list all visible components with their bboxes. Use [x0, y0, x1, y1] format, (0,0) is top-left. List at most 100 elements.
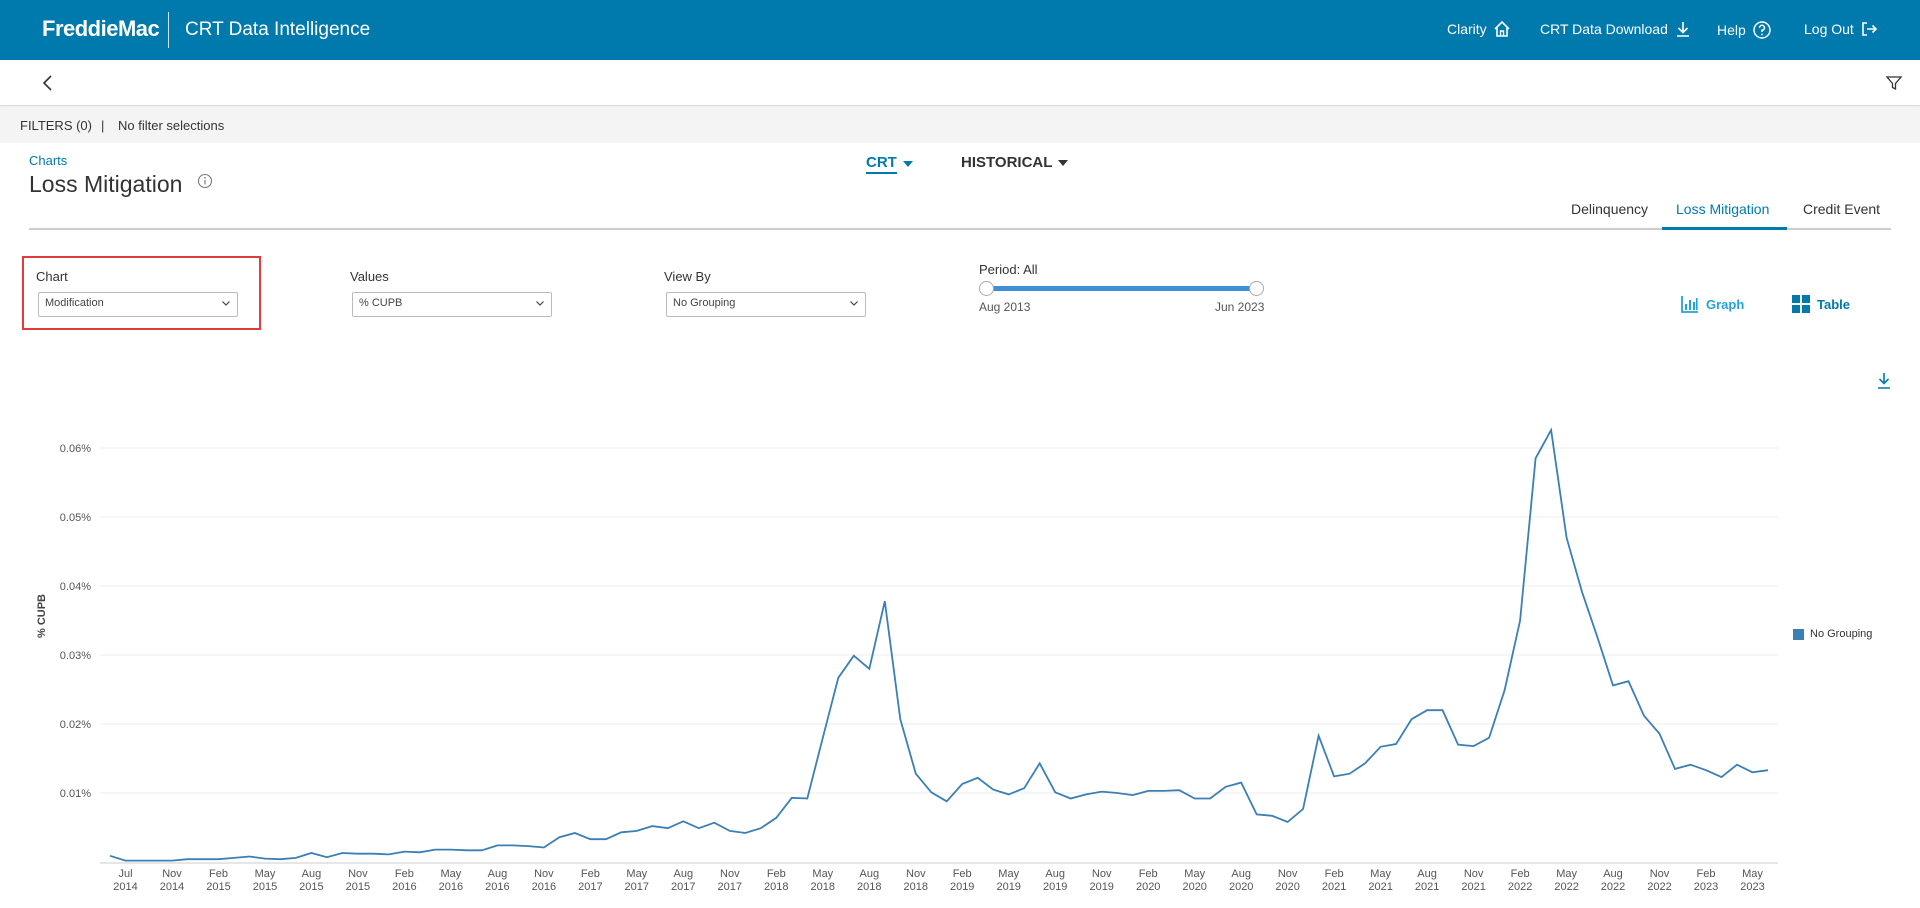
x-tick-year-label: 2019 [996, 881, 1020, 893]
values-select[interactable]: % CUPB [352, 292, 552, 317]
x-tick-month-label: May [812, 868, 833, 880]
x-tick-month-label: Feb [1511, 868, 1530, 880]
x-tick-year-label: 2019 [1089, 881, 1113, 893]
tab-loss-mitigation[interactable]: Loss Mitigation [1676, 201, 1769, 217]
x-tick-month-label: May [1184, 868, 1205, 880]
filter-icon[interactable] [1885, 74, 1903, 92]
values-select-label: Values [350, 269, 389, 284]
crt-dropdown[interactable]: CRT [866, 154, 913, 174]
viewby-select-value: No Grouping [673, 297, 736, 309]
x-tick-year-label: 2014 [113, 881, 137, 893]
x-tick-month-label: Feb [1325, 868, 1344, 880]
chevron-down-icon [536, 301, 544, 306]
x-tick-month-label: Jul [118, 868, 132, 880]
period-slider-end-handle[interactable] [1249, 281, 1264, 296]
top-header: FreddieMac CRT Data Intelligence Clarity… [0, 0, 1920, 60]
x-tick-month-label: May [441, 868, 462, 880]
nav-crt-data-download-link[interactable]: CRT Data Download [1540, 20, 1692, 38]
historical-dropdown-label: HISTORICAL [961, 154, 1053, 171]
nav-help-link[interactable]: Help [1717, 20, 1772, 40]
historical-dropdown[interactable]: HISTORICAL [961, 154, 1069, 171]
x-tick-year-label: 2017 [625, 881, 649, 893]
filter-bar: FILTERS (0) | No filter selections [0, 107, 1920, 143]
x-tick-month-label: Nov [1650, 868, 1670, 880]
y-tick-label: 0.02% [60, 719, 91, 731]
page-title-text: Loss Mitigation [29, 171, 183, 197]
chart-select[interactable]: Modification [38, 292, 238, 317]
x-tick-month-label: Feb [767, 868, 786, 880]
nav-download-label: CRT Data Download [1540, 21, 1668, 37]
x-tick-month-label: Feb [209, 868, 228, 880]
nav-clarity-link[interactable]: Clarity [1447, 20, 1511, 38]
x-tick-year-label: 2019 [950, 881, 974, 893]
x-tick-month-label: Aug [674, 868, 694, 880]
bar-chart-icon [1681, 296, 1698, 313]
x-tick-year-label: 2016 [439, 881, 463, 893]
x-tick-month-label: May [255, 868, 276, 880]
x-tick-month-label: Nov [162, 868, 182, 880]
filters-separator: | [101, 118, 105, 133]
chevron-down-icon [850, 301, 858, 306]
graph-view-button[interactable]: Graph [1680, 294, 1744, 314]
table-view-label: Table [1817, 296, 1850, 312]
chevron-down-icon [222, 301, 230, 306]
x-tick-month-label: May [1556, 868, 1577, 880]
tab-credit-event[interactable]: Credit Event [1803, 201, 1880, 217]
x-tick-month-label: Aug [302, 868, 322, 880]
x-tick-month-label: Nov [1464, 868, 1484, 880]
viewby-select-label: View By [664, 269, 711, 284]
x-tick-year-label: 2018 [857, 881, 881, 893]
y-tick-label: 0.04% [60, 581, 91, 593]
series-line-no-grouping[interactable] [109, 427, 1769, 862]
period-slider-track[interactable] [987, 286, 1257, 291]
x-tick-month-label: Aug [1045, 868, 1065, 880]
x-tick-year-label: 2022 [1554, 881, 1578, 893]
x-tick-month-label: May [626, 868, 647, 880]
crt-dropdown-label: CRT [866, 154, 897, 174]
x-tick-month-label: Nov [906, 868, 926, 880]
logo-divider [168, 12, 169, 48]
x-tick-month-label: Nov [1278, 868, 1298, 880]
caret-down-icon [902, 161, 913, 167]
filters-count[interactable]: FILTERS (0) [20, 118, 92, 133]
x-tick-year-label: 2016 [532, 881, 556, 893]
x-tick-year-label: 2015 [206, 881, 230, 893]
page-title: Loss Mitigation [29, 171, 212, 198]
graph-view-label: Graph [1706, 296, 1745, 312]
breadcrumb-charts[interactable]: Charts [29, 153, 67, 168]
x-tick-year-label: 2014 [160, 881, 184, 893]
x-tick-month-label: Nov [720, 868, 740, 880]
x-tick-year-label: 2018 [764, 881, 788, 893]
x-tick-year-label: 2017 [578, 881, 602, 893]
x-tick-month-label: Nov [348, 868, 368, 880]
x-tick-month-label: May [1370, 868, 1391, 880]
x-tick-year-label: 2021 [1322, 881, 1346, 893]
y-axis-label: % CUPB [36, 594, 48, 638]
filters-status: No filter selections [118, 118, 225, 133]
app-title[interactable]: CRT Data Intelligence [185, 19, 370, 41]
nav-logout-link[interactable]: Log Out [1804, 20, 1878, 38]
x-tick-month-label: Aug [1417, 868, 1437, 880]
x-tick-month-label: May [1742, 868, 1763, 880]
x-tick-year-label: 2016 [485, 881, 509, 893]
table-view-button[interactable]: Table [1791, 294, 1850, 314]
period-start-label: Aug 2013 [979, 300, 1031, 314]
y-tick-label: 0.05% [60, 512, 91, 524]
x-tick-year-label: 2020 [1229, 881, 1253, 893]
freddie-mac-logo[interactable]: FreddieMac [42, 16, 160, 42]
home-icon [1494, 20, 1510, 37]
y-tick-label: 0.03% [60, 650, 91, 662]
x-tick-year-label: 2022 [1601, 881, 1625, 893]
logout-icon [1862, 22, 1877, 36]
x-tick-year-label: 2016 [392, 881, 416, 893]
chart-legend[interactable]: No Grouping [1793, 628, 1872, 640]
info-icon[interactable] [197, 173, 213, 189]
sub-toolbar [0, 60, 1920, 106]
viewby-select[interactable]: No Grouping [666, 292, 866, 317]
caret-down-icon [1058, 159, 1069, 166]
tab-delinquency[interactable]: Delinquency [1571, 201, 1648, 217]
x-tick-year-label: 2020 [1275, 881, 1299, 893]
back-chevron-icon[interactable] [40, 74, 56, 92]
x-tick-year-label: 2018 [904, 881, 928, 893]
period-slider-start-handle[interactable] [979, 281, 994, 296]
